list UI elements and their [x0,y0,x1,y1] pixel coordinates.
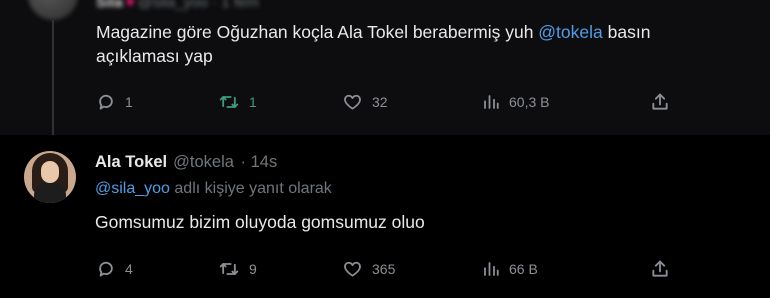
retweet-button[interactable]: 9 [218,259,257,279]
retweet-icon [219,263,239,275]
tweet-text: Magazine göre Oğuzhan koçla Ala Tokel be… [96,20,736,68]
author-name[interactable]: Ala Tokel [95,153,167,171]
avatar[interactable] [28,0,78,20]
mention-link[interactable]: @sila_yoo [95,180,170,197]
thread-connector-line [52,20,54,135]
reply-tweet[interactable]: Ala Tokel @tokela · 14s @sila_yoo adlı ki… [0,135,770,298]
heart-icon [344,261,361,277]
author-handle[interactable]: @tokela [173,153,234,171]
views-count: 66 B [509,261,538,277]
share-button[interactable] [650,92,670,112]
tweet-header: Ala Tokel @tokela · 14s [95,153,277,172]
tweet-actions: 1 1 32 60,3 B [96,92,676,116]
share-icon [652,93,668,110]
reply-count: 4 [125,261,133,277]
author-name[interactable]: Sila [96,0,123,11]
views-count: 60,3 B [509,94,550,110]
retweet-count: 1 [249,94,257,110]
views-bar-chart-icon [484,262,499,276]
like-button[interactable]: 32 [342,92,388,112]
mention-link[interactable]: @tokela [538,22,602,42]
retweet-button[interactable]: 1 [218,92,257,112]
reply-count: 1 [125,94,133,110]
heart-emoji-icon: ♥ [125,0,135,11]
author-handle[interactable]: @sila_yoo [138,0,208,11]
like-button[interactable]: 365 [342,259,395,279]
tweet-text: Gomsumuz bizim oluyoda gomsumuz oluo [95,212,425,232]
replying-to-label: adlı kişiye yanıt olarak [169,180,332,197]
reply-icon [99,261,113,277]
retweet-icon [219,96,239,108]
retweet-count: 9 [249,261,257,277]
replying-to-line: @sila_yoo adlı kişiye yanıt olarak [95,180,332,198]
twitter-thread-screenshot: Sila ♥ @sila_yoo · 1 fem Magazine göre Oğu… [0,0,770,298]
share-icon [652,260,668,277]
reply-icon [99,94,113,110]
avatar[interactable] [24,151,76,203]
like-count: 32 [372,94,388,110]
share-button[interactable] [650,259,670,279]
tweet-time[interactable]: · 14s [241,153,278,171]
tweet-time[interactable]: · 1 fem [212,0,259,11]
views-button[interactable]: 60,3 B [482,92,549,112]
reply-button[interactable]: 4 [96,259,133,279]
views-button[interactable]: 66 B [482,259,538,279]
views-bar-chart-icon [484,95,499,109]
parent-tweet[interactable]: Sila ♥ @sila_yoo · 1 fem Magazine göre Oğu… [0,0,770,135]
tweet-header: Sila ♥ @sila_yoo · 1 fem [96,0,259,11]
reply-button[interactable]: 1 [96,92,133,112]
like-count: 365 [372,261,396,277]
heart-icon [344,94,361,110]
tweet-text-part: Magazine göre Oğuzhan koçla Ala Tokel be… [96,22,539,42]
tweet-actions: 4 9 365 66 B [96,259,676,283]
